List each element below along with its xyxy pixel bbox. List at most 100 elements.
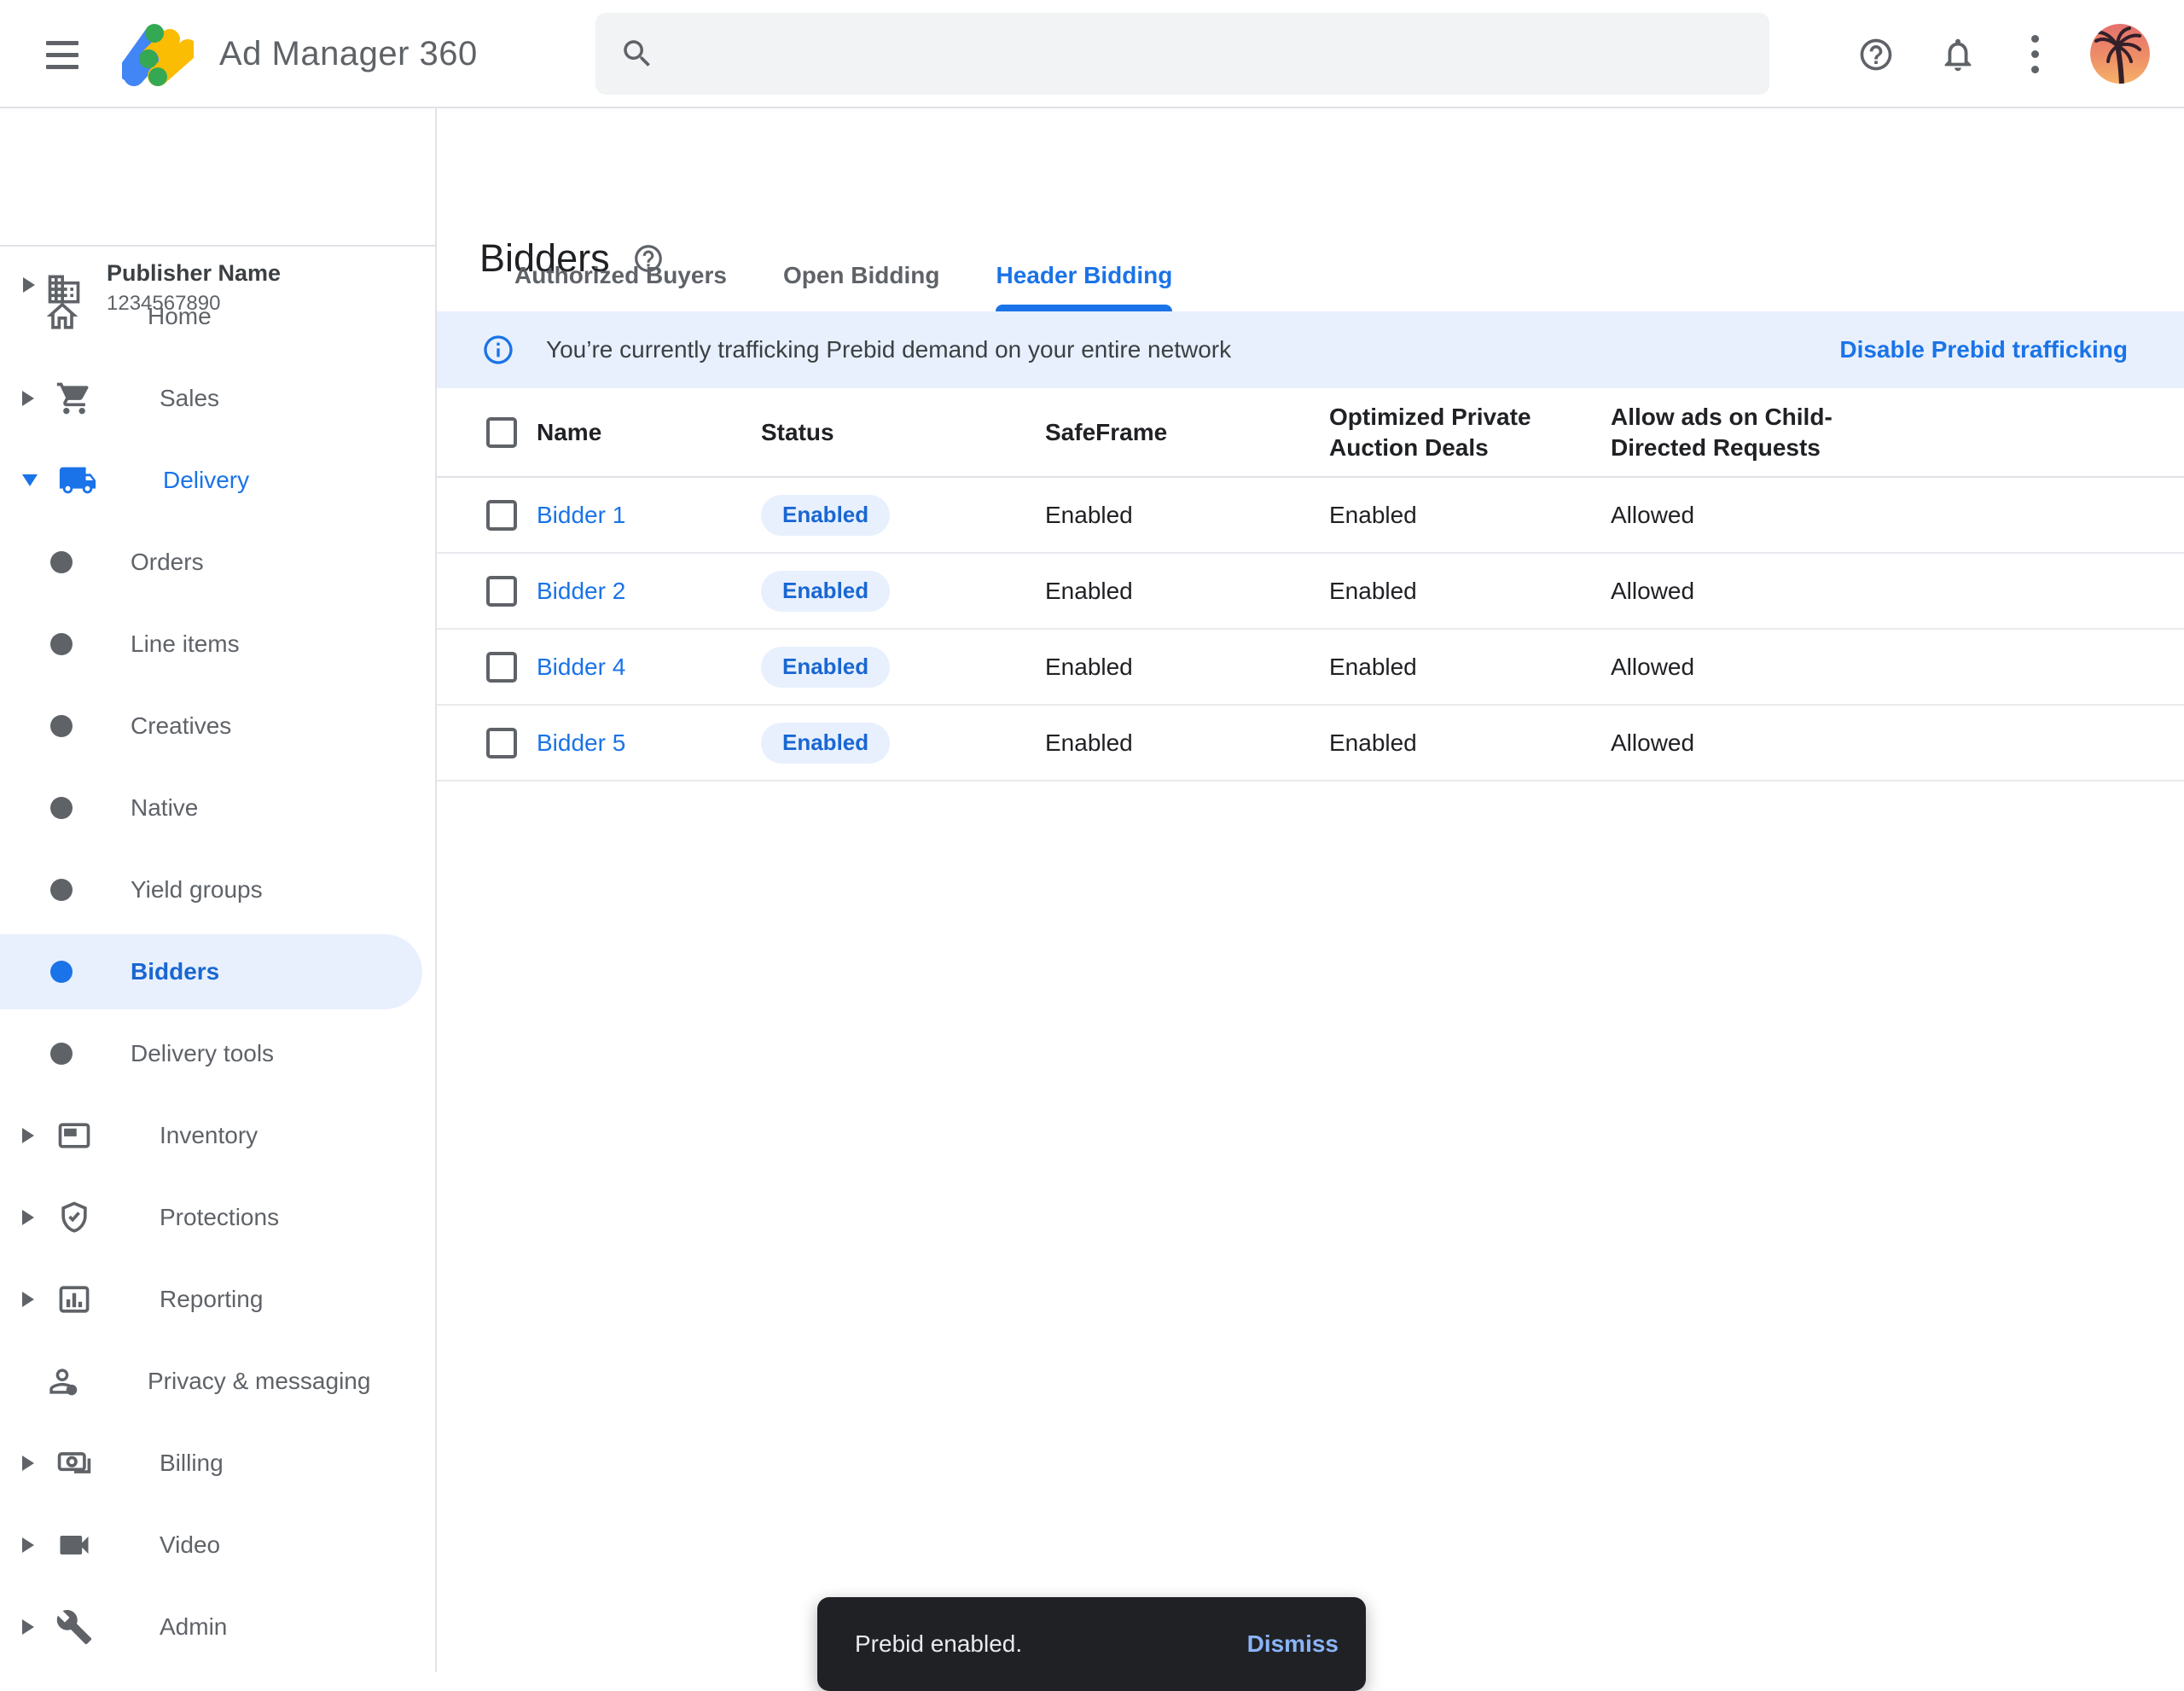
bidder-link[interactable]: Bidder 4: [537, 654, 625, 680]
search-bar[interactable]: [595, 13, 1769, 95]
column-header-status: Status: [761, 419, 834, 445]
prebid-info-banner: You’re currently trafficking Prebid dema…: [437, 311, 2184, 388]
chevron-right-icon: [22, 1537, 34, 1553]
ad-unit-icon: [55, 1116, 94, 1155]
table-row: Bidder 5 Enabled Enabled Enabled Allowed: [437, 706, 2184, 782]
sidebar-item-delivery[interactable]: Delivery: [0, 439, 435, 521]
sidebar-item-line-items[interactable]: Line items: [0, 603, 435, 685]
safeframe-cell: Enabled: [1045, 729, 1133, 756]
optimized-deals-cell: Enabled: [1329, 502, 1417, 528]
sidebar-item-sales[interactable]: Sales: [0, 357, 435, 439]
sidebar-item-reporting[interactable]: Reporting: [0, 1258, 435, 1340]
bar-chart-icon: [55, 1280, 94, 1319]
shopping-cart-icon: [55, 379, 94, 418]
child-directed-cell: Allowed: [1611, 578, 1694, 604]
toast-dismiss-button[interactable]: Dismiss: [1247, 1630, 1339, 1658]
top-app-bar: Ad Manager 360: [0, 0, 2184, 108]
sidebar-item-inventory[interactable]: Inventory: [0, 1095, 435, 1177]
table-row: Bidder 1 Enabled Enabled Enabled Allowed: [437, 478, 2184, 554]
video-camera-icon: [55, 1525, 94, 1565]
safeframe-cell: Enabled: [1045, 654, 1133, 680]
chevron-right-icon: [22, 1619, 34, 1635]
tab-authorized-buyers[interactable]: Authorized Buyers: [514, 260, 727, 305]
chevron-right-icon: [22, 1456, 34, 1471]
sidebar-item-admin[interactable]: Admin: [0, 1586, 435, 1668]
optimized-deals-cell: Enabled: [1329, 578, 1417, 604]
disable-prebid-trafficking-link[interactable]: Disable Prebid trafficking: [1839, 336, 2128, 363]
row-checkbox[interactable]: [486, 652, 517, 683]
column-header-name: Name: [537, 419, 601, 445]
column-header-safeframe: SafeFrame: [1045, 419, 1167, 445]
home-icon: [43, 297, 82, 336]
search-input[interactable]: [676, 39, 1699, 68]
info-icon: [481, 333, 515, 367]
sidebar-item-creatives[interactable]: Creatives: [0, 685, 435, 767]
bullet-icon: [50, 1043, 73, 1065]
chevron-right-icon: [22, 1292, 34, 1307]
sidebar-item-protections[interactable]: Protections: [0, 1177, 435, 1258]
toast-message: Prebid enabled.: [855, 1630, 1022, 1658]
status-badge: Enabled: [761, 495, 890, 536]
child-directed-cell: Allowed: [1611, 502, 1694, 528]
bidders-table: Name Status SafeFrame Optimized Private …: [437, 388, 2184, 782]
child-directed-cell: Allowed: [1611, 729, 1694, 756]
sidebar-item-billing[interactable]: Billing: [0, 1422, 435, 1504]
sidebar-item-yield-groups[interactable]: Yield groups: [0, 849, 435, 931]
row-checkbox[interactable]: [486, 500, 517, 531]
money-icon: [55, 1444, 94, 1483]
tab-bar: Authorized Buyers Open Bidding Header Bi…: [514, 260, 1172, 305]
hamburger-menu-icon[interactable]: [46, 41, 78, 69]
table-row: Bidder 2 Enabled Enabled Enabled Allowed: [437, 554, 2184, 630]
sidebar-item-orders[interactable]: Orders: [0, 521, 435, 603]
status-badge: Enabled: [761, 723, 890, 764]
tab-open-bidding[interactable]: Open Bidding: [783, 260, 940, 305]
person-badge-icon: [43, 1362, 82, 1401]
sidebar-item-privacy-messaging[interactable]: Privacy & messaging: [0, 1340, 435, 1422]
safeframe-cell: Enabled: [1045, 502, 1133, 528]
sidebar-item-bidders[interactable]: Bidders: [0, 931, 435, 1013]
bullet-icon: [50, 633, 73, 655]
sidebar-item-home[interactable]: Home: [0, 276, 435, 357]
snackbar-toast: Prebid enabled. Dismiss: [817, 1597, 1366, 1691]
banner-message: You’re currently trafficking Prebid dema…: [546, 336, 1231, 363]
column-header-child-directed: Allow ads on Child-Directed Requests: [1611, 402, 1858, 463]
tab-header-bidding[interactable]: Header Bidding: [996, 260, 1172, 305]
select-all-checkbox[interactable]: [486, 417, 517, 448]
bullet-icon: [50, 797, 73, 819]
column-header-optimized-private-auction-deals: Optimized Private Auction Deals: [1329, 402, 1542, 463]
notifications-bell-icon[interactable]: [1938, 0, 1978, 108]
avatar[interactable]: [2090, 24, 2150, 84]
bullet-icon: [50, 551, 73, 573]
publisher-account-switcher[interactable]: Publisher Name 1234567890: [0, 108, 435, 247]
ad-manager-logo: [122, 23, 194, 86]
safeframe-cell: Enabled: [1045, 578, 1133, 604]
chevron-right-icon: [22, 1128, 34, 1143]
wrench-icon: [55, 1607, 94, 1647]
chevron-right-icon: [22, 1210, 34, 1225]
status-badge: Enabled: [761, 647, 890, 688]
main-content: Bidders Authorized Buyers Open Bidding H…: [437, 108, 2184, 1672]
bullet-icon: [50, 961, 73, 983]
help-icon[interactable]: [1857, 0, 1895, 108]
bidder-link[interactable]: Bidder 2: [537, 578, 625, 604]
sidebar-item-video[interactable]: Video: [0, 1504, 435, 1586]
table-row: Bidder 4 Enabled Enabled Enabled Allowed: [437, 630, 2184, 706]
bullet-icon: [50, 715, 73, 737]
shield-check-icon: [55, 1198, 94, 1237]
bullet-icon: [50, 879, 73, 901]
optimized-deals-cell: Enabled: [1329, 729, 1417, 756]
child-directed-cell: Allowed: [1611, 654, 1694, 680]
sidebar-item-native[interactable]: Native: [0, 767, 435, 849]
row-checkbox[interactable]: [486, 728, 517, 758]
row-checkbox[interactable]: [486, 576, 517, 607]
optimized-deals-cell: Enabled: [1329, 654, 1417, 680]
bidder-link[interactable]: Bidder 5: [537, 729, 625, 756]
sidebar: Publisher Name 1234567890 Home Sales Del…: [0, 108, 437, 1672]
app-title: Ad Manager 360: [219, 0, 478, 108]
bidder-link[interactable]: Bidder 1: [537, 502, 625, 528]
chevron-right-icon: [22, 391, 34, 406]
overflow-menu-icon[interactable]: [2031, 0, 2039, 108]
table-header-row: Name Status SafeFrame Optimized Private …: [437, 388, 2184, 478]
chevron-down-icon: [22, 474, 38, 486]
sidebar-item-delivery-tools[interactable]: Delivery tools: [0, 1013, 435, 1095]
